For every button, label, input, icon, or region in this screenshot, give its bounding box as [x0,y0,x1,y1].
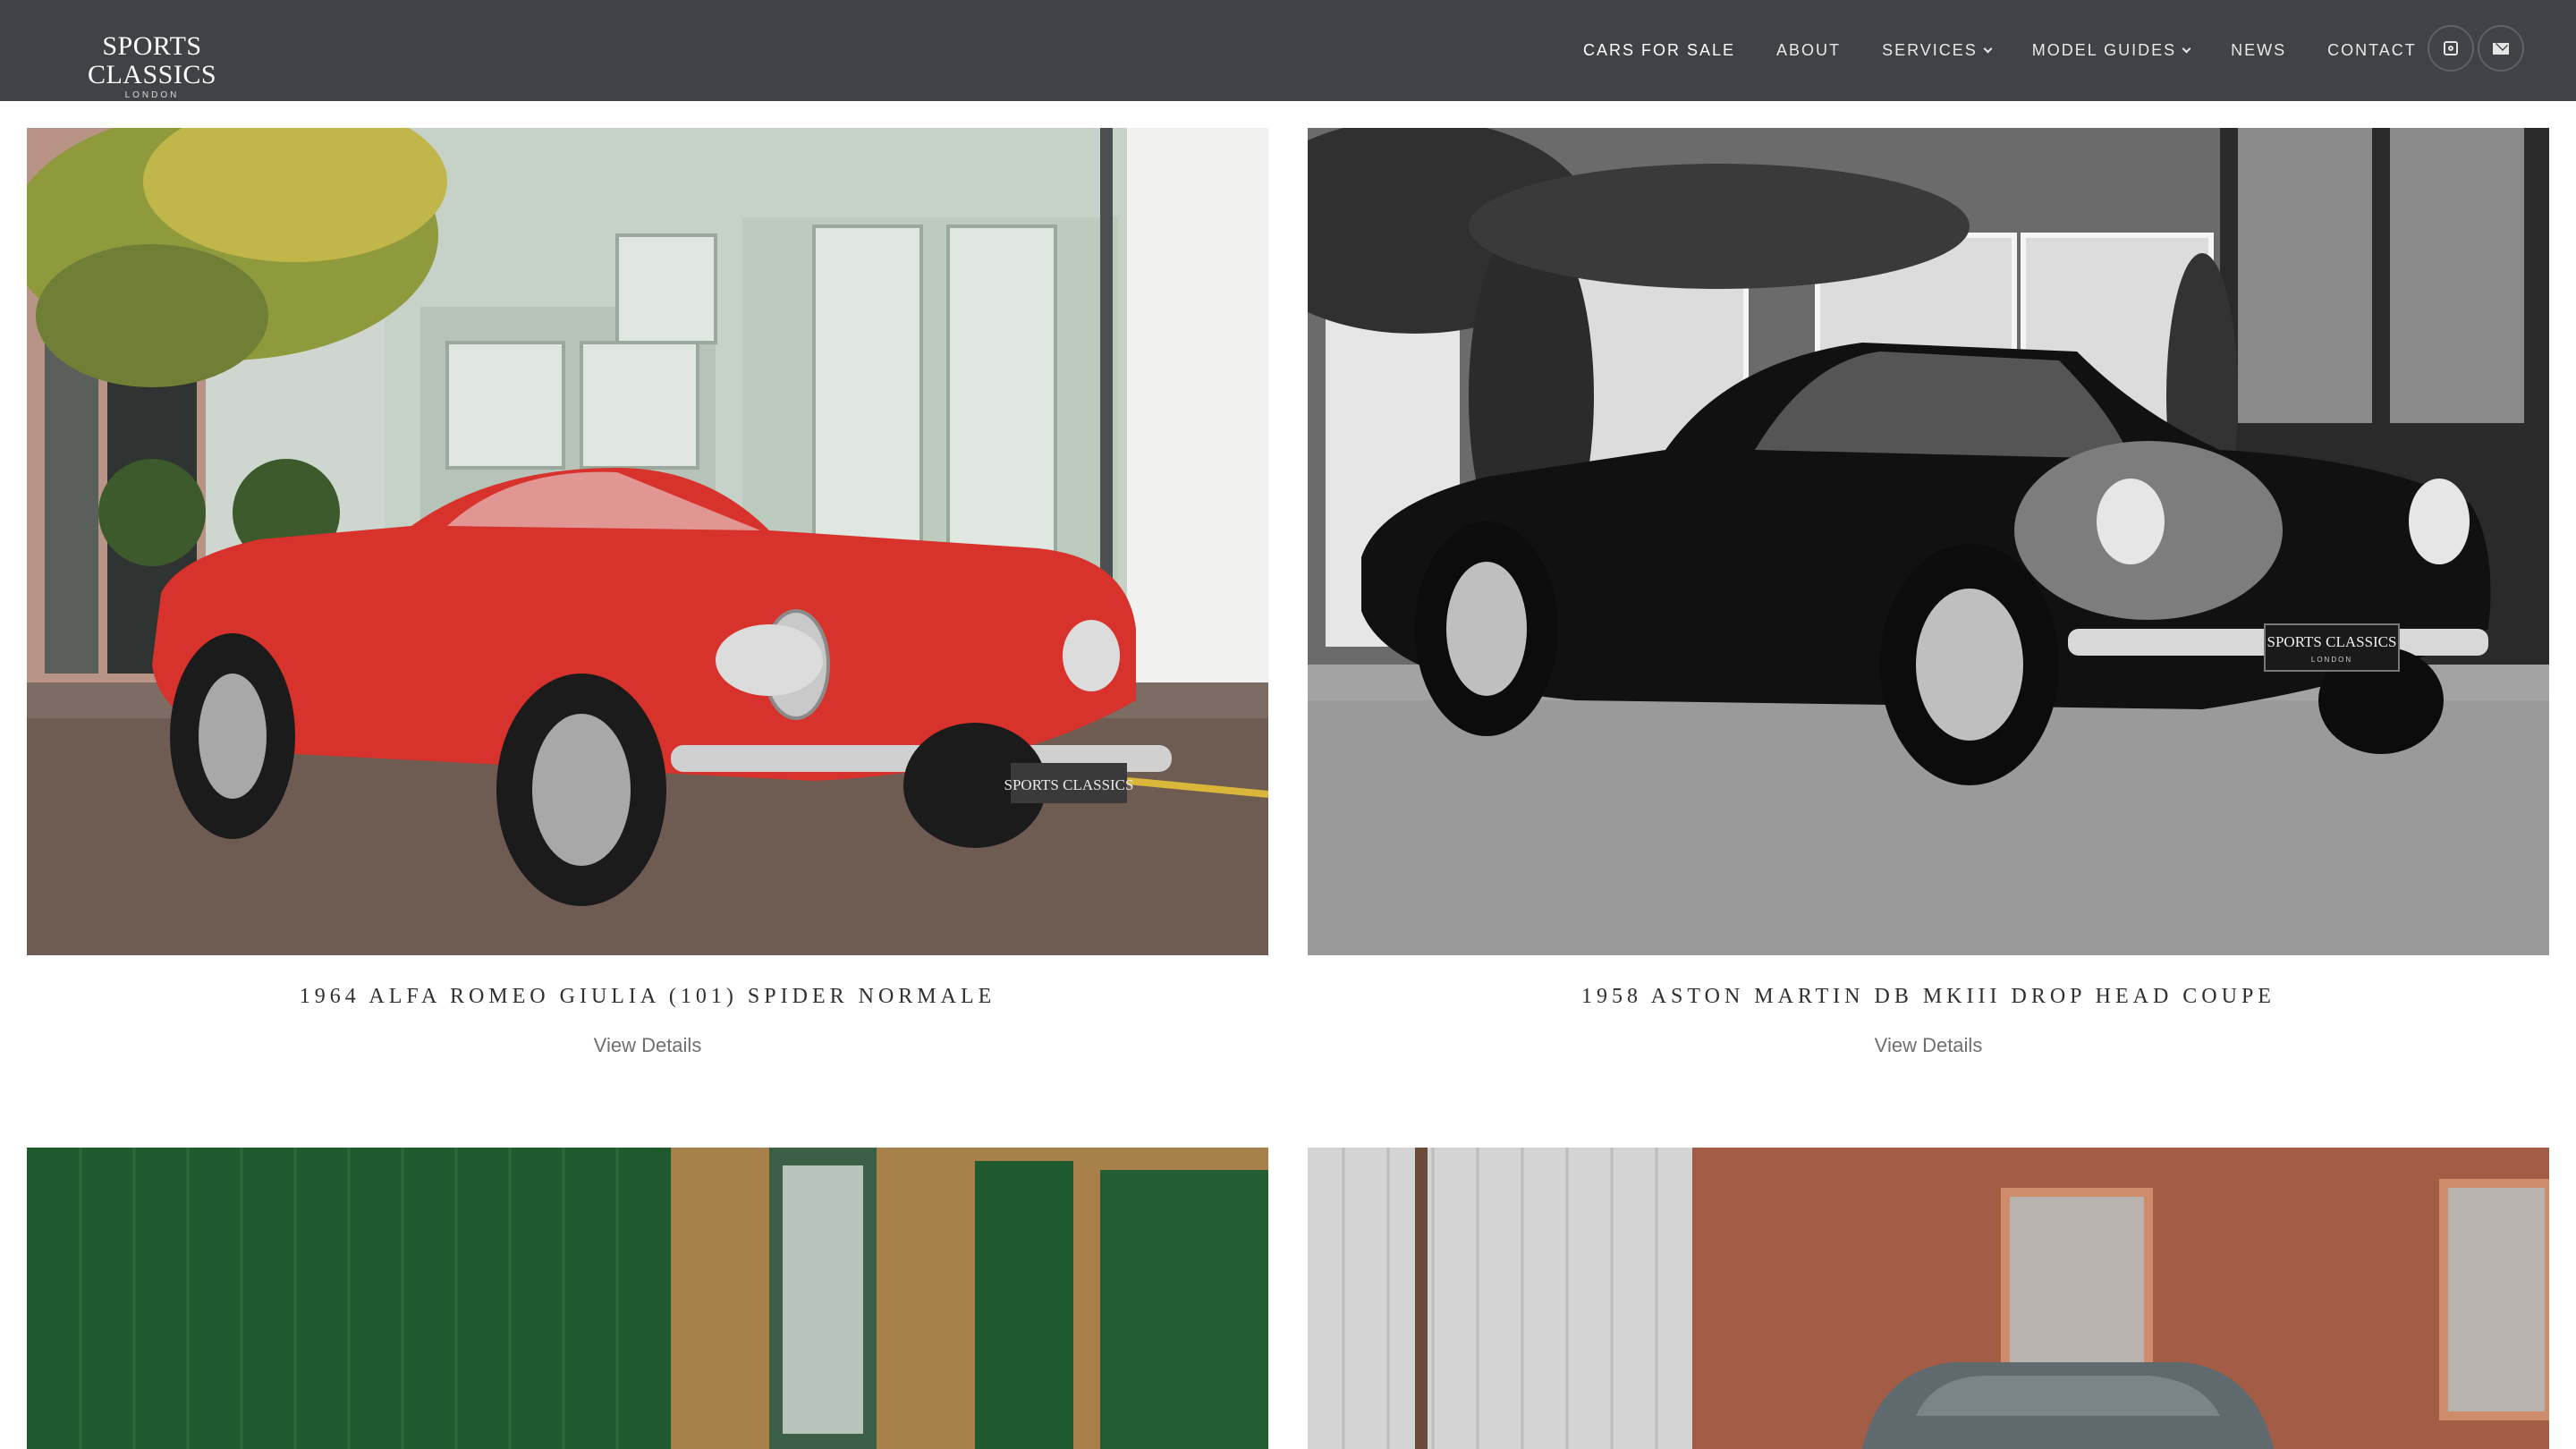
nav-about[interactable]: ABOUT [1776,41,1841,60]
aston-plate-sub: LONDON [2311,656,2352,664]
nav-services[interactable]: SERVICES [1882,41,1993,60]
chevron-down-icon [2182,44,2191,54]
site-logo[interactable]: SPORTS CLASSICS LONDON [52,32,252,102]
chevron-down-icon [1983,44,1993,54]
view-details-link-2[interactable]: View Details [1308,1034,2549,1057]
listing-photo-3[interactable] [27,1148,1268,1449]
view-details-link-1[interactable]: View Details [27,1034,1268,1057]
nav-cars-for-sale[interactable]: CARS FOR SALE [1583,41,1735,60]
listing-title-2[interactable]: 1958 ASTON MARTIN DB MKIII DROP HEAD COU… [1308,985,2549,1009]
instagram-button[interactable] [2428,25,2474,72]
nav-news[interactable]: NEWS [2231,41,2286,60]
logo-name: SPORTS CLASSICS [87,31,217,89]
main-nav: CARS FOR SALE ABOUT SERVICES MODEL GUIDE… [1583,0,2458,101]
aston-plate-text: SPORTS CLASSICS [2267,633,2397,650]
site-header: SPORTS CLASSICS LONDON CARS FOR SALE ABO… [0,0,2576,101]
nav-contact[interactable]: CONTACT [2327,41,2417,60]
email-button[interactable] [2478,25,2524,72]
nav-model-guides[interactable]: MODEL GUIDES [2032,41,2191,60]
listing-photo-alfa-romeo[interactable]: SPORTS CLASSICS [27,128,1268,955]
instagram-icon [2444,41,2458,55]
listing-title-1[interactable]: 1964 ALFA ROMEO GIULIA (101) SPIDER NORM… [27,985,1268,1009]
listing-photo-aston-martin[interactable]: SPORTS CLASSICS LONDON [1308,128,2549,955]
mail-icon [2493,42,2509,55]
listing-photo-4[interactable] [1308,1148,2549,1449]
logo-tagline: LONDON [124,90,180,100]
alfa-plate-text: SPORTS CLASSICS [1004,776,1134,793]
